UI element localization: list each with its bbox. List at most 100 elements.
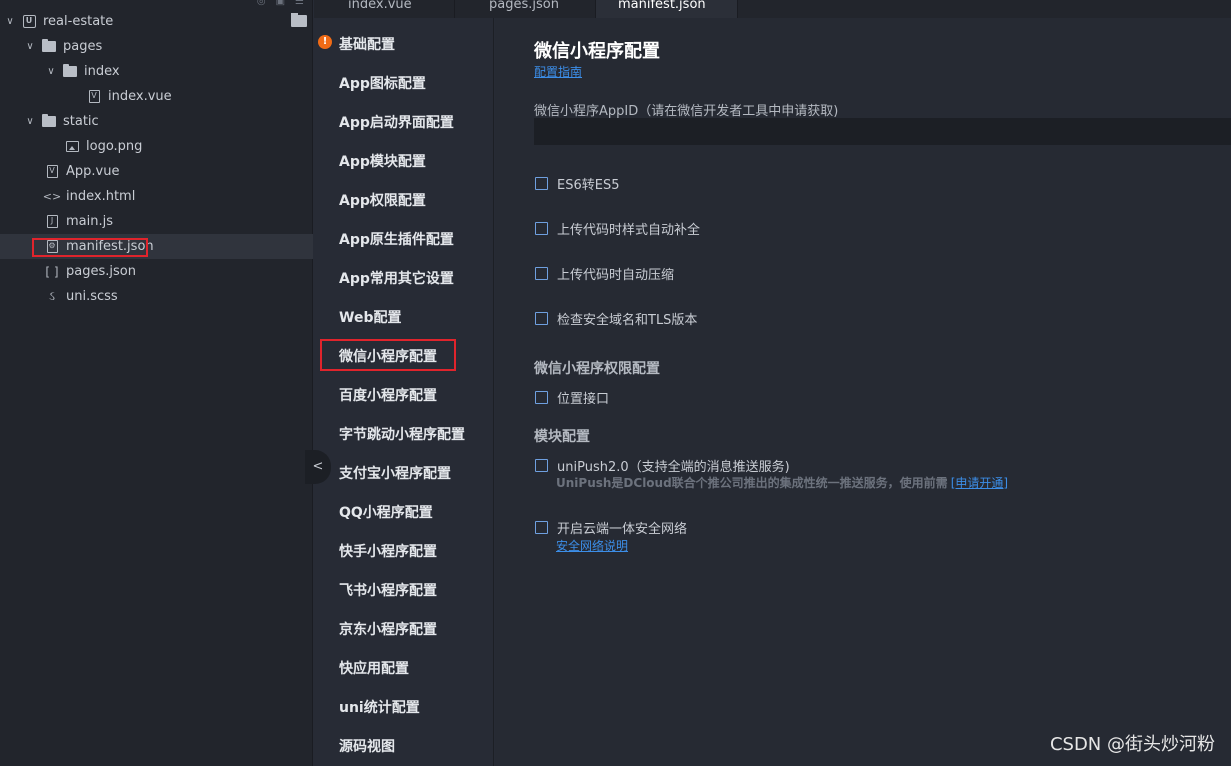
option-location-api[interactable]: 位置接口 (535, 388, 609, 407)
menu-icon[interactable]: ☰ (295, 0, 304, 7)
nav-item-app-native-plugins[interactable]: App原生插件配置 (339, 229, 454, 249)
nav-item-quickapp[interactable]: 快应用配置 (339, 658, 409, 678)
tree-item-pages-json[interactable]: [ ] pages.json (0, 259, 313, 284)
tree-label: App.vue (66, 164, 120, 179)
html-file-icon: <> (42, 190, 62, 203)
checkbox[interactable] (535, 177, 548, 190)
image-file-icon (65, 141, 79, 152)
tree-label: real-estate (43, 14, 114, 29)
tree-item-index-vue[interactable]: V index.vue (0, 84, 313, 109)
checkbox[interactable] (535, 459, 548, 472)
settings-content: 微信小程序配置 配置指南 微信小程序AppID（请在微信开发者工具中申请获取) … (495, 18, 1231, 766)
tree-label: index.vue (108, 89, 172, 104)
tree-label: pages.json (66, 264, 136, 279)
tree-item-logo-png[interactable]: logo.png (0, 134, 313, 159)
tree-label: manifest.json (66, 239, 154, 254)
option-label: 开启云端一体安全网络 (557, 522, 688, 537)
vue-file-icon: V (46, 165, 58, 178)
tree-item-uni-scss[interactable]: ઽ uni.scss (0, 284, 313, 309)
tab-index-vue[interactable]: index.vue (314, 0, 455, 18)
checkbox[interactable] (535, 521, 548, 534)
nav-item-kuaishou[interactable]: 快手小程序配置 (339, 541, 437, 561)
tree-item-static[interactable]: ∨ static (0, 109, 313, 134)
option-check-domain-tls[interactable]: 检查安全域名和TLS版本 (535, 309, 697, 328)
tree-item-main-js[interactable]: J main.js (0, 209, 313, 234)
unipush-desc-text: UniPush是DCloud联合个推公司推出的集成性统一推送服务，使用前需 (556, 476, 948, 490)
chevron-down-icon: ∨ (6, 16, 14, 27)
option-style-autoprefix[interactable]: 上传代码时样式自动补全 (535, 219, 700, 238)
scss-file-icon: ઽ (49, 289, 55, 303)
tree-item-app-vue[interactable]: V App.vue (0, 159, 313, 184)
settings-nav: ! 基础配置 App图标配置 App启动界面配置 App模块配置 App权限配置… (314, 18, 494, 766)
nav-item-jd[interactable]: 京东小程序配置 (339, 619, 437, 639)
chevron-down-icon: ∨ (26, 41, 34, 52)
warning-icon: ! (318, 35, 332, 49)
nav-item-basic[interactable]: 基础配置 (339, 34, 395, 54)
highlight-box (320, 339, 456, 371)
tree-item-index-folder[interactable]: ∨ index (0, 59, 313, 84)
config-file-icon: ⚙ (46, 240, 58, 253)
project-icon: U (22, 15, 36, 28)
config-guide-link[interactable]: 配置指南 (534, 63, 582, 80)
folder-icon (42, 114, 56, 127)
option-label: 位置接口 (557, 392, 610, 407)
nav-item-feishu[interactable]: 飞书小程序配置 (339, 580, 437, 600)
tree-label: index (84, 64, 120, 79)
nav-item-uni-stat[interactable]: uni统计配置 (339, 697, 420, 717)
folder-icon[interactable] (291, 13, 307, 27)
tree-label: uni.scss (66, 289, 118, 304)
nav-item-app-icon[interactable]: App图标配置 (339, 73, 426, 93)
vue-file-icon: V (88, 90, 100, 103)
tab-pages-json[interactable]: pages.json (455, 0, 596, 18)
tree-label: main.js (66, 214, 113, 229)
chevron-left-icon: < (312, 459, 324, 474)
nav-item-toutiao[interactable]: 字节跳动小程序配置 (339, 424, 465, 444)
nav-item-web[interactable]: Web配置 (339, 307, 401, 327)
appid-input[interactable] (534, 118, 1231, 145)
checkbox[interactable] (535, 267, 548, 280)
unipush-description: UniPush是DCloud联合个推公司推出的集成性统一推送服务，使用前需 [申请… (556, 474, 1008, 491)
tree-item-index-html[interactable]: <> index.html (0, 184, 313, 209)
locate-icon[interactable]: ◎ (257, 0, 266, 7)
editor-tabs: index.vue pages.json manifest.json (314, 0, 1231, 18)
tree-project-real-estate[interactable]: ∨ U real-estate (0, 9, 313, 34)
tree-item-pages[interactable]: ∨ pages (0, 34, 313, 59)
option-cloud-security-network[interactable]: 开启云端一体安全网络 (535, 518, 687, 537)
tree-label: logo.png (86, 139, 143, 154)
option-label: ES6转ES5 (557, 178, 620, 193)
nav-item-baidu[interactable]: 百度小程序配置 (339, 385, 437, 405)
nav-item-app-modules[interactable]: App模块配置 (339, 151, 426, 171)
apply-link[interactable]: [申请开通] (951, 476, 1008, 490)
tree-label: pages (63, 39, 103, 54)
tree-label: static (63, 114, 99, 129)
option-es6-to-es5[interactable]: ES6转ES5 (535, 174, 619, 193)
nav-item-app-permissions[interactable]: App权限配置 (339, 190, 426, 210)
security-network-link[interactable]: 安全网络说明 (556, 537, 628, 554)
checkbox[interactable] (535, 222, 548, 235)
option-label: 上传代码时样式自动补全 (557, 223, 701, 238)
checkbox[interactable] (535, 312, 548, 325)
tree-label: index.html (66, 189, 136, 204)
js-file-icon: J (46, 215, 58, 228)
checkbox[interactable] (535, 391, 548, 404)
permission-section-title: 微信小程序权限配置 (534, 361, 660, 377)
file-explorer: ◎ ▣ ☰ ∨ U real-estate ∨ pages ∨ index V … (0, 0, 313, 766)
nav-item-app-other[interactable]: App常用其它设置 (339, 268, 454, 288)
option-minify[interactable]: 上传代码时自动压缩 (535, 264, 674, 283)
folder-icon (63, 64, 77, 77)
nav-item-qq[interactable]: QQ小程序配置 (339, 502, 433, 522)
nav-item-app-splash[interactable]: App启动界面配置 (339, 112, 454, 132)
explorer-toolbar: ◎ ▣ ☰ (257, 0, 304, 7)
option-label: uniPush2.0（支持全端的消息推送服务) (557, 460, 790, 475)
json-file-icon: [ ] (45, 264, 59, 279)
folder-icon (42, 39, 56, 52)
collapse-all-icon[interactable]: ▣ (276, 0, 285, 7)
nav-item-alipay[interactable]: 支付宝小程序配置 (339, 463, 451, 483)
tree-item-manifest-json[interactable]: ⚙ manifest.json (0, 234, 313, 259)
nav-item-source-view[interactable]: 源码视图 (339, 736, 395, 756)
tab-manifest-json[interactable]: manifest.json (596, 0, 738, 18)
watermark: CSDN @街头炒河粉 (1049, 734, 1215, 755)
option-unipush[interactable]: uniPush2.0（支持全端的消息推送服务) (535, 456, 790, 475)
option-label: 检查安全域名和TLS版本 (557, 313, 698, 328)
module-section-title: 模块配置 (534, 429, 590, 445)
